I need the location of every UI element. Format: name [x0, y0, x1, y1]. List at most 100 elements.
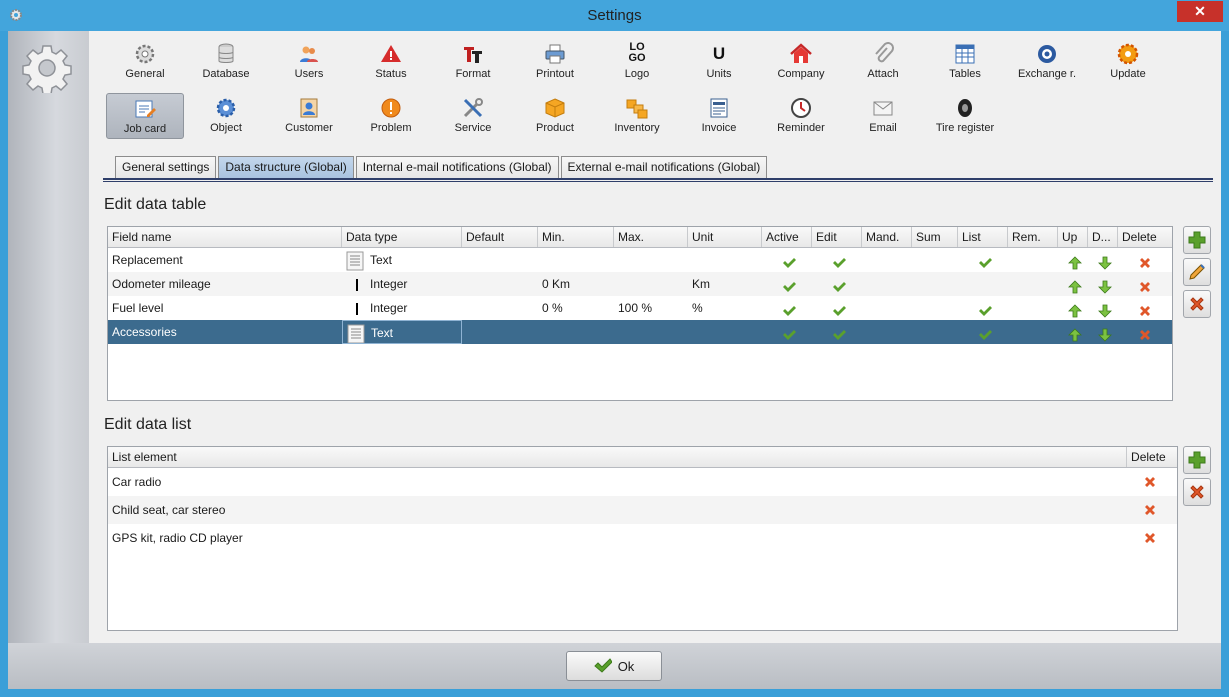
cell-active[interactable] [762, 272, 812, 296]
cell-down[interactable] [1088, 320, 1118, 344]
cell-max[interactable] [614, 248, 688, 272]
toolbar-tire-register[interactable]: Tire register [926, 93, 1004, 139]
toolbar-exchange[interactable]: Exchange r. [1008, 39, 1086, 85]
cell-sum[interactable] [912, 320, 958, 344]
cell-active[interactable] [762, 320, 812, 344]
cell-delete[interactable] [1118, 248, 1168, 272]
toolbar-invoice[interactable]: Invoice [680, 93, 758, 139]
cell-mand[interactable] [862, 296, 912, 320]
cell-edit[interactable] [812, 296, 862, 320]
cell-data-type[interactable]: Text [342, 248, 462, 272]
list-element-text[interactable]: Child seat, car stereo [108, 503, 1127, 517]
cell-unit[interactable] [688, 248, 762, 272]
column-header-mand[interactable]: Mand. [862, 227, 912, 247]
cell-max[interactable] [614, 320, 688, 344]
delete-field-button[interactable] [1183, 290, 1211, 318]
delete-list-element-button[interactable] [1183, 478, 1211, 506]
cell-rem[interactable] [1008, 296, 1058, 320]
column-header-data-type[interactable]: Data type [342, 227, 462, 247]
table-row[interactable]: Fuel level Integer 0 % 100 %% [108, 296, 1172, 320]
column-header-min[interactable]: Min. [538, 227, 614, 247]
table-row[interactable]: Accessories Text [108, 320, 1172, 344]
cell-edit[interactable] [812, 272, 862, 296]
column-header-max[interactable]: Max. [614, 227, 688, 247]
tab-data-structure[interactable]: Data structure (Global) [218, 156, 354, 178]
column-header-field-name[interactable]: Field name [108, 227, 342, 247]
toolbar-email[interactable]: Email [844, 93, 922, 139]
cell-mand[interactable] [862, 248, 912, 272]
cell-up[interactable] [1058, 248, 1088, 272]
tab-external-email[interactable]: External e-mail notifications (Global) [560, 156, 768, 178]
toolbar-printout[interactable]: Printout [516, 39, 594, 85]
delete-x-icon[interactable] [1138, 326, 1152, 340]
cell-delete[interactable] [1127, 531, 1177, 546]
arrow-up-icon[interactable] [1068, 254, 1082, 270]
column-header-down[interactable]: D... [1088, 227, 1118, 247]
cell-list[interactable] [958, 272, 1008, 296]
add-field-button[interactable] [1183, 226, 1211, 254]
cell-default[interactable] [462, 248, 538, 272]
toolbar-company[interactable]: Company [762, 39, 840, 85]
ok-button[interactable]: Ok [566, 651, 662, 681]
cell-down[interactable] [1088, 296, 1118, 320]
column-header-default[interactable]: Default [462, 227, 538, 247]
toolbar-units[interactable]: U Units [680, 39, 758, 85]
cell-field-name[interactable]: Fuel level [108, 296, 342, 320]
arrow-down-icon[interactable] [1098, 302, 1112, 318]
cell-active[interactable] [762, 296, 812, 320]
cell-delete[interactable] [1118, 272, 1168, 296]
column-header-unit[interactable]: Unit [688, 227, 762, 247]
cell-edit[interactable] [812, 320, 862, 344]
cell-sum[interactable] [912, 272, 958, 296]
cell-up[interactable] [1058, 272, 1088, 296]
column-header-delete[interactable]: Delete [1118, 227, 1168, 247]
close-button[interactable]: ✕ [1177, 1, 1223, 22]
cell-rem[interactable] [1008, 248, 1058, 272]
tab-general-settings[interactable]: General settings [115, 156, 217, 178]
column-header-rem[interactable]: Rem. [1008, 227, 1058, 247]
list-element-text[interactable]: Car radio [108, 475, 1127, 489]
delete-x-icon[interactable] [1138, 302, 1152, 316]
toolbar-general[interactable]: General [106, 39, 184, 85]
cell-unit[interactable]: % [688, 296, 762, 320]
cell-data-type[interactable]: Text [342, 320, 462, 344]
cell-delete[interactable] [1127, 503, 1177, 518]
cell-list[interactable] [958, 296, 1008, 320]
cell-max[interactable]: 100 % [614, 296, 688, 320]
delete-x-icon[interactable] [1143, 475, 1157, 489]
cell-default[interactable] [462, 320, 538, 344]
list-item[interactable]: GPS kit, radio CD player [108, 524, 1177, 552]
delete-x-icon[interactable] [1143, 531, 1157, 545]
delete-x-icon[interactable] [1138, 278, 1152, 292]
toolbar-object[interactable]: Object [187, 93, 265, 139]
cell-edit[interactable] [812, 248, 862, 272]
cell-down[interactable] [1088, 248, 1118, 272]
column-header-list-element[interactable]: List element [108, 447, 1128, 467]
cell-delete[interactable] [1118, 320, 1168, 344]
toolbar-job-card[interactable]: Job card [106, 93, 184, 139]
cell-active[interactable] [762, 248, 812, 272]
toolbar-tables[interactable]: Tables [926, 39, 1004, 85]
table-row[interactable]: Replacement Text [108, 248, 1172, 272]
list-item[interactable]: Child seat, car stereo [108, 496, 1177, 524]
list-element-text[interactable]: GPS kit, radio CD player [108, 531, 1127, 545]
cell-field-name[interactable]: Odometer mileage [108, 272, 342, 296]
toolbar-service[interactable]: Service [434, 93, 512, 139]
table-row[interactable]: Odometer mileage Integer 0 Km Km [108, 272, 1172, 296]
cell-list[interactable] [958, 320, 1008, 344]
cell-delete[interactable] [1118, 296, 1168, 320]
column-header-list[interactable]: List [958, 227, 1008, 247]
delete-x-icon[interactable] [1138, 254, 1152, 268]
delete-x-icon[interactable] [1143, 503, 1157, 517]
cell-data-type[interactable]: Integer [342, 296, 462, 320]
arrow-up-icon[interactable] [1068, 302, 1082, 318]
add-list-element-button[interactable] [1183, 446, 1211, 474]
toolbar-database[interactable]: Database [187, 39, 265, 85]
toolbar-status[interactable]: Status [352, 39, 430, 85]
cell-rem[interactable] [1008, 272, 1058, 296]
cell-rem[interactable] [1008, 320, 1058, 344]
cell-up[interactable] [1058, 296, 1088, 320]
toolbar-customer[interactable]: Customer [270, 93, 348, 139]
column-header-sum[interactable]: Sum [912, 227, 958, 247]
cell-list[interactable] [958, 248, 1008, 272]
